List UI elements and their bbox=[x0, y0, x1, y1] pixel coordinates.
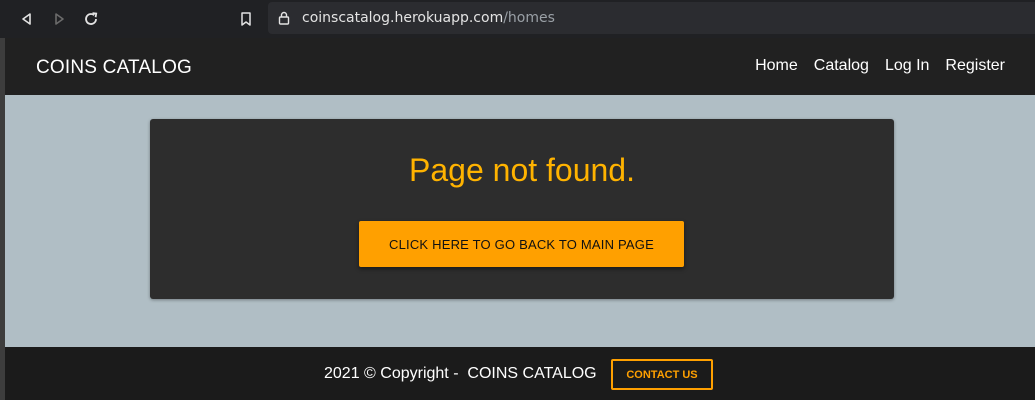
back-icon[interactable] bbox=[16, 8, 38, 30]
lock-icon bbox=[278, 11, 290, 30]
bookmark-icon[interactable] bbox=[235, 8, 257, 30]
browser-toolbar: coinscatalog.herokuapp.com/homes bbox=[0, 0, 1035, 38]
main-content: Page not found. CLICK HERE TO GO BACK TO… bbox=[5, 95, 1035, 347]
site-header: COINS CATALOG Home Catalog Log In Regist… bbox=[5, 38, 1035, 95]
page-title: Page not found. bbox=[409, 152, 635, 188]
nav-home[interactable]: Home bbox=[755, 57, 798, 75]
nav-catalog[interactable]: Catalog bbox=[814, 57, 869, 75]
url-text: coinscatalog.herokuapp.com/homes bbox=[302, 10, 555, 26]
url-host: coinscatalog.herokuapp.com bbox=[302, 10, 504, 26]
back-to-main-button[interactable]: CLICK HERE TO GO BACK TO MAIN PAGE bbox=[359, 221, 684, 267]
url-path: /homes bbox=[503, 10, 555, 26]
copyright-text: 2021 © Copyright - COINS CATALOG bbox=[324, 365, 597, 382]
main-nav: Home Catalog Log In Register bbox=[739, 57, 1005, 75]
address-bar[interactable]: coinscatalog.herokuapp.com/homes bbox=[268, 2, 1035, 34]
site-footer: 2021 © Copyright - COINS CATALOG CONTACT… bbox=[5, 347, 1035, 400]
forward-icon[interactable] bbox=[48, 8, 70, 30]
nav-register[interactable]: Register bbox=[945, 57, 1005, 75]
contact-us-button[interactable]: CONTACT US bbox=[611, 359, 713, 390]
error-card: Page not found. CLICK HERE TO GO BACK TO… bbox=[150, 119, 894, 299]
nav-login[interactable]: Log In bbox=[885, 57, 929, 75]
reload-icon[interactable] bbox=[80, 8, 102, 30]
brand-logo[interactable]: COINS CATALOG bbox=[36, 57, 192, 79]
